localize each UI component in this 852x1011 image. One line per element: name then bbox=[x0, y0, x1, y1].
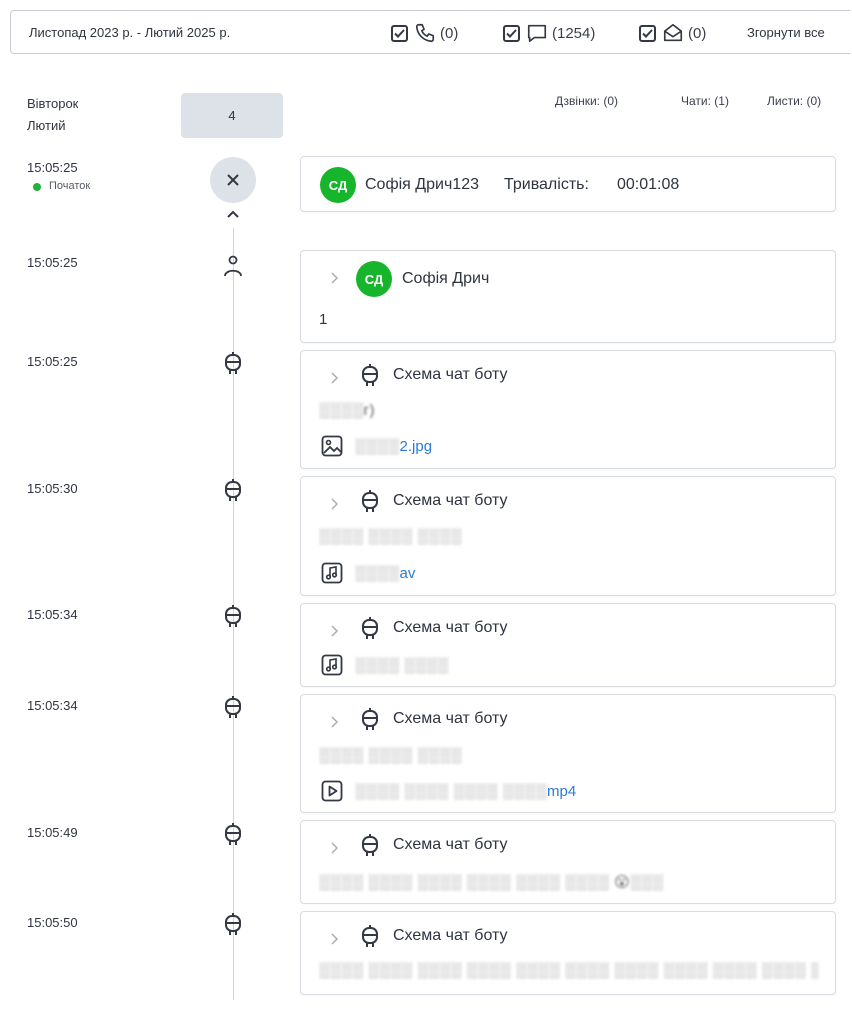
chats-count: (1254) bbox=[552, 24, 596, 42]
attachment-link[interactable]: ░░░░ 2.jpg bbox=[321, 435, 432, 457]
chevron-up-icon[interactable] bbox=[224, 207, 242, 221]
attachment-name-redacted: ░░░░ bbox=[355, 564, 400, 582]
attachment-name-redacted: ░░░░ ░░░░ bbox=[355, 656, 449, 674]
stat-chats: Чати: (1) bbox=[681, 94, 729, 108]
duration-value: 00:01:08 bbox=[617, 176, 680, 193]
chats-filter[interactable]: (1254) bbox=[503, 11, 595, 55]
chevron-right-icon[interactable] bbox=[329, 371, 339, 385]
event-time: 15:05:34 bbox=[27, 698, 78, 713]
bot-icon bbox=[362, 834, 378, 856]
bot-icon bbox=[362, 490, 378, 512]
session-contact-name: Софія Дрич123 bbox=[365, 176, 479, 193]
bot-icon bbox=[362, 708, 378, 730]
event-time: 15:05:50 bbox=[27, 915, 78, 930]
collapse-all-button[interactable]: Згорнути все bbox=[747, 11, 825, 55]
bot-icon bbox=[225, 913, 241, 935]
sender-name: Схема чат боту bbox=[393, 366, 508, 383]
attachment-name[interactable]: mp4 bbox=[547, 783, 576, 800]
start-status-dot bbox=[33, 183, 41, 191]
bot-icon bbox=[225, 352, 241, 374]
image-icon bbox=[321, 435, 343, 457]
stat-mails: Листи: (0) bbox=[767, 94, 822, 108]
calls-count: (0) bbox=[440, 24, 459, 42]
message-text: ░░░░г) bbox=[319, 402, 375, 419]
sender-name: Схема чат боту bbox=[393, 619, 508, 636]
message-text: 1 bbox=[319, 311, 328, 328]
bot-icon bbox=[225, 696, 241, 718]
event-time: 15:05:34 bbox=[27, 607, 78, 622]
avatar: СД bbox=[320, 167, 356, 203]
month: Лютий bbox=[27, 118, 66, 133]
message-text: ░░░░ ░░░░ ░░░░ bbox=[319, 528, 462, 545]
event-time: 15:05:25 bbox=[27, 354, 78, 369]
avatar: СД bbox=[356, 261, 392, 297]
attachment-link[interactable]: ░░░░ av bbox=[321, 562, 415, 584]
stat-calls: Дзвінки: (0) bbox=[555, 94, 618, 108]
audio-icon bbox=[321, 654, 343, 676]
message-card[interactable]: Схема чат боту ░░░░ ░░░░ ░░░░ ░░░░ ░░░░ … bbox=[300, 911, 836, 995]
chevron-right-icon[interactable] bbox=[329, 932, 339, 946]
close-session-button[interactable] bbox=[210, 157, 256, 203]
weekday: Вівторок bbox=[27, 96, 79, 111]
message-text: ░░░░ ░░░░ ░░░░ ░░░░ ░░░░ ░░░░ ░░░░ ░░░░ … bbox=[319, 962, 819, 979]
phone-icon bbox=[414, 22, 436, 44]
attachment-link[interactable]: ░░░░ ░░░░ ░░░░ ░░░░ mp4 bbox=[321, 780, 576, 802]
chevron-right-icon[interactable] bbox=[329, 624, 339, 638]
bot-icon bbox=[362, 364, 378, 386]
message-card[interactable]: Схема чат боту ░░░░ ░░░░ ░░░░ ░░░░ ░░░░ … bbox=[300, 694, 836, 813]
close-icon bbox=[227, 174, 239, 186]
bot-icon bbox=[225, 823, 241, 845]
day-label: Вівторок Лютий bbox=[27, 93, 78, 137]
attachment-link[interactable]: ░░░░ ░░░░ bbox=[321, 654, 449, 676]
period-selector[interactable]: Листопад 2023 р. - Лютий 2025 р. bbox=[29, 11, 230, 55]
sender-name: Софія Дрич bbox=[402, 270, 490, 287]
audio-icon bbox=[321, 562, 343, 584]
sender-name: Схема чат боту bbox=[393, 927, 508, 944]
bot-icon bbox=[362, 925, 378, 947]
session-card: СД Софія Дрич123 Тривалість: 00:01:08 bbox=[300, 156, 836, 212]
user-icon bbox=[224, 255, 242, 277]
message-card[interactable]: Схема чат боту ░░░░ ░░░░ ░░░░ ░░░░ av bbox=[300, 476, 836, 596]
message-text: ░░░░ ░░░░ ░░░░ bbox=[319, 747, 462, 764]
bot-icon bbox=[225, 605, 241, 627]
chats-checkbox[interactable] bbox=[503, 24, 520, 42]
chevron-right-icon[interactable] bbox=[329, 271, 339, 285]
start-label: Початок bbox=[49, 180, 91, 192]
calls-filter[interactable]: (0) bbox=[391, 11, 458, 55]
message-card[interactable]: Схема чат боту ░░░░г) ░░░░ 2.jpg bbox=[300, 350, 836, 469]
attachment-name-redacted: ░░░░ ░░░░ ░░░░ ░░░░ bbox=[355, 782, 548, 800]
attachment-name[interactable]: 2.jpg bbox=[400, 438, 433, 455]
chevron-right-icon[interactable] bbox=[329, 497, 339, 511]
sender-name: Схема чат боту bbox=[393, 710, 508, 727]
video-icon bbox=[321, 780, 343, 802]
mail-icon bbox=[662, 22, 684, 44]
message-card[interactable]: Схема чат боту ░░░░ ░░░░ bbox=[300, 603, 836, 687]
sender-name: Схема чат боту bbox=[393, 492, 508, 509]
chevron-right-icon[interactable] bbox=[329, 715, 339, 729]
message-card[interactable]: Схема чат боту ░░░░ ░░░░ ░░░░ ░░░░ ░░░░ … bbox=[300, 820, 836, 904]
event-time: 15:05:49 bbox=[27, 825, 78, 840]
bot-icon bbox=[362, 617, 378, 639]
duration-label: Тривалість: bbox=[504, 176, 589, 193]
attachment-name-redacted: ░░░░ bbox=[355, 437, 400, 455]
message-text: ░░░░ ░░░░ ░░░░ ░░░░ ░░░░ ░░░░ 😮░░░ bbox=[319, 874, 664, 891]
event-time: 15:05:30 bbox=[27, 481, 78, 496]
mails-checkbox[interactable] bbox=[639, 24, 656, 42]
event-time: 15:05:25 bbox=[27, 255, 78, 270]
chat-icon bbox=[526, 22, 548, 44]
bot-icon bbox=[225, 479, 241, 501]
mails-filter[interactable]: (0) bbox=[639, 11, 706, 55]
filter-bar: Листопад 2023 р. - Лютий 2025 р. (0) (12… bbox=[10, 10, 850, 54]
session-time: 15:05:25 bbox=[27, 160, 78, 175]
message-card[interactable]: СД Софія Дрич 1 bbox=[300, 250, 836, 343]
attachment-name[interactable]: av bbox=[400, 565, 416, 582]
mails-count: (0) bbox=[688, 24, 707, 42]
chevron-right-icon[interactable] bbox=[329, 841, 339, 855]
sender-name: Схема чат боту bbox=[393, 836, 508, 853]
day-count-badge[interactable]: 4 bbox=[181, 93, 283, 138]
calls-checkbox[interactable] bbox=[391, 24, 408, 42]
